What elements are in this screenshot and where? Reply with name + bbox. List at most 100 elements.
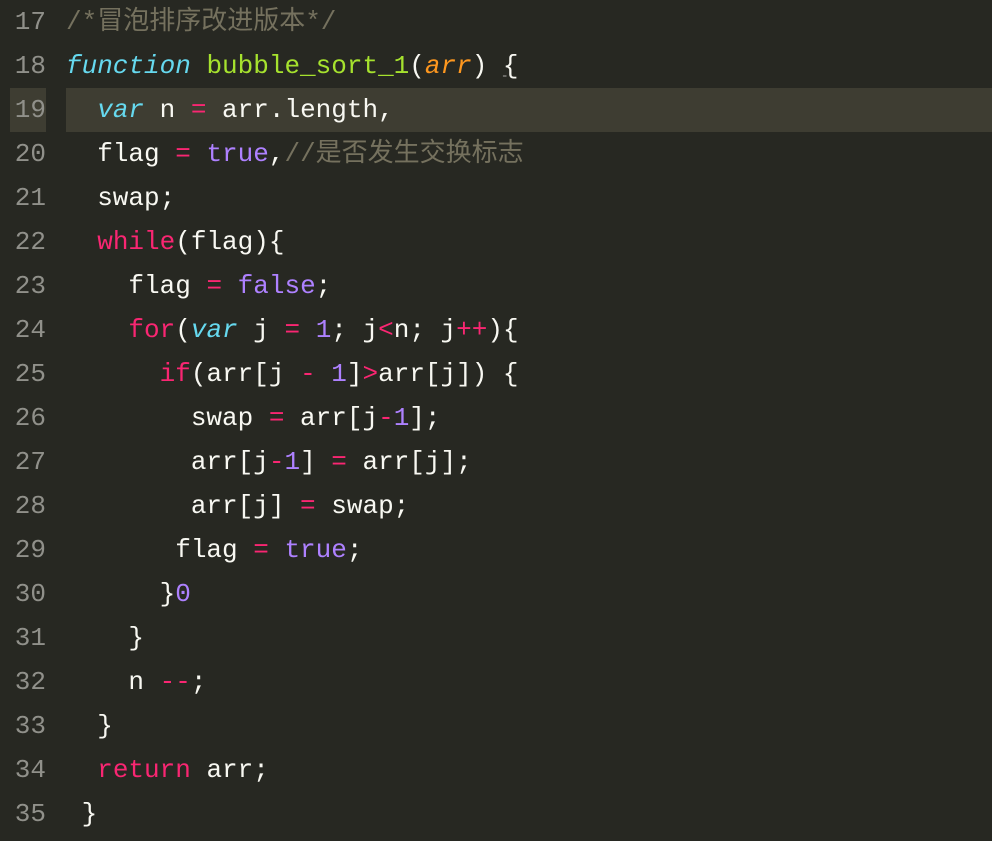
code-line[interactable]: var n = arr.length, (66, 88, 992, 132)
code-token: arr[j (66, 447, 269, 477)
line-number: 30 (10, 572, 46, 616)
code-token (66, 95, 97, 125)
code-token: swap; (66, 183, 175, 213)
code-token: (arr[j (191, 359, 300, 389)
code-token: flag (66, 139, 175, 169)
code-line[interactable]: swap = arr[j-1]; (66, 396, 992, 440)
code-token: { (503, 51, 519, 81)
code-line[interactable]: arr[j-1] = arr[j]; (66, 440, 992, 484)
code-area[interactable]: /*冒泡排序改进版本*/ function bubble_sort_1(arr) … (64, 0, 992, 841)
code-token: -- (160, 667, 191, 697)
code-token (191, 51, 207, 81)
code-token: arr[j] (66, 491, 300, 521)
code-token (269, 535, 285, 565)
code-token: swap (66, 403, 269, 433)
code-token: arr[j (284, 403, 378, 433)
line-number: 28 (10, 484, 46, 528)
code-token: = (269, 403, 285, 433)
code-token (66, 359, 160, 389)
code-line[interactable]: } (66, 704, 992, 748)
code-line[interactable]: flag = true,//是否发生交换标志 (66, 132, 992, 176)
code-token: ; j (331, 315, 378, 345)
code-token: - (300, 359, 316, 389)
code-token: - (378, 403, 394, 433)
code-token: = (191, 95, 207, 125)
code-token: 0 (175, 579, 191, 609)
code-token: ( (409, 51, 425, 81)
code-token: arr[j]) { (378, 359, 518, 389)
code-token: 1 (284, 447, 300, 477)
line-number: 22 (10, 220, 46, 264)
code-line[interactable]: } (66, 792, 992, 836)
line-number: 23 (10, 264, 46, 308)
code-token: //是否发生交换标志 (284, 139, 523, 169)
code-token: ]; (409, 403, 440, 433)
code-line[interactable]: if(arr[j - 1]>arr[j]) { (66, 352, 992, 396)
code-token: } (66, 579, 175, 609)
code-token: ) (472, 51, 503, 81)
line-number: 21 (10, 176, 46, 220)
code-token: n (66, 667, 160, 697)
code-token (66, 227, 97, 257)
code-line[interactable]: n --; (66, 660, 992, 704)
line-number: 17 (10, 0, 46, 44)
code-token: arr; (191, 755, 269, 785)
code-token: return (97, 755, 191, 785)
line-number: 32 (10, 660, 46, 704)
code-token: 1 (394, 403, 410, 433)
code-token: ){ (487, 315, 518, 345)
code-token: arr[j]; (347, 447, 472, 477)
line-number: 27 (10, 440, 46, 484)
line-number: 26 (10, 396, 46, 440)
code-token: 1 (331, 359, 347, 389)
code-token: bubble_sort_1 (206, 51, 409, 81)
code-token: var (191, 315, 238, 345)
code-token: ; (316, 271, 332, 301)
code-line[interactable]: flag = true; (66, 528, 992, 572)
code-line[interactable]: swap; (66, 176, 992, 220)
line-number: 33 (10, 704, 46, 748)
code-token: j (238, 315, 285, 345)
code-line[interactable]: arr[j] = swap; (66, 484, 992, 528)
code-line[interactable]: } (66, 616, 992, 660)
code-token: while (97, 227, 175, 257)
line-number: 20 (10, 132, 46, 176)
code-token (191, 139, 207, 169)
code-token: = (300, 491, 316, 521)
code-line[interactable]: for(var j = 1; j<n; j++){ (66, 308, 992, 352)
code-editor[interactable]: 17181920212223242526272829303132333435 /… (0, 0, 992, 841)
code-line[interactable]: function bubble_sort_1(arr) { (66, 44, 992, 88)
code-token: /*冒泡排序改进版本*/ (66, 7, 336, 37)
code-token: false (238, 271, 316, 301)
code-token: ] (300, 447, 331, 477)
code-line[interactable]: return arr; (66, 748, 992, 792)
code-line[interactable]: /*冒泡排序改进版本*/ (66, 0, 992, 44)
code-token: flag (66, 271, 206, 301)
code-token: flag (66, 535, 253, 565)
code-token: ] (347, 359, 363, 389)
code-token: n (144, 95, 191, 125)
code-token: n; j (394, 315, 456, 345)
code-line[interactable]: }0 (66, 572, 992, 616)
code-line[interactable]: while(flag){ (66, 220, 992, 264)
line-number-gutter: 17181920212223242526272829303132333435 (0, 0, 64, 841)
code-token: true (206, 139, 268, 169)
line-number: 34 (10, 748, 46, 792)
code-token: true (284, 535, 346, 565)
code-token: } (66, 799, 97, 829)
code-token: = (331, 447, 347, 477)
line-number: 35 (10, 792, 46, 836)
code-token: ; (191, 667, 207, 697)
code-token: ++ (456, 315, 487, 345)
code-token: = (253, 535, 269, 565)
code-token: = (206, 271, 222, 301)
code-token: var (97, 95, 144, 125)
code-token: } (66, 623, 144, 653)
line-number: 18 (10, 44, 46, 88)
code-token (300, 315, 316, 345)
code-token: (flag){ (175, 227, 284, 257)
code-token: 1 (316, 315, 332, 345)
line-number: 19 (10, 88, 46, 132)
code-line[interactable]: flag = false; (66, 264, 992, 308)
line-number: 24 (10, 308, 46, 352)
